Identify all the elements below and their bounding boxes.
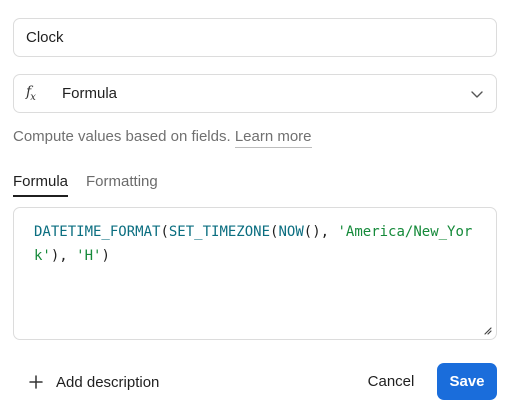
field-type-label: Formula [62,85,118,102]
field-name-input[interactable] [13,18,497,57]
plus-icon [29,375,43,389]
formula-function-now: NOW [278,224,304,240]
fx-icon: fx [26,84,36,103]
save-button[interactable]: Save [437,363,497,400]
field-editor-panel: fx Formula Compute values based on field… [0,0,511,416]
tab-formatting[interactable]: Formatting [86,173,158,197]
editor-tabs: Formula Formatting [13,173,176,197]
resize-handle-icon[interactable] [482,325,492,335]
tab-formula[interactable]: Formula [13,173,69,197]
chevron-down-icon [471,91,483,98]
formula-editor[interactable]: DATETIME_FORMAT(SET_TIMEZONE(NOW(), 'Ame… [13,207,497,340]
help-text: Compute values based on fields. Learn mo… [13,128,312,148]
formula-function-datetime-format: DATETIME_FORMAT [34,224,161,240]
cancel-button[interactable]: Cancel [358,363,424,400]
add-description-button[interactable]: Add description [28,371,159,393]
help-description: Compute values based on fields. [13,128,231,145]
formula-string-format: 'H' [76,248,102,264]
formula-function-set-timezone: SET_TIMEZONE [168,224,271,240]
learn-more-link[interactable]: Learn more [234,128,312,148]
add-description-label: Add description [56,373,160,391]
field-type-select[interactable]: fx Formula [13,74,497,113]
